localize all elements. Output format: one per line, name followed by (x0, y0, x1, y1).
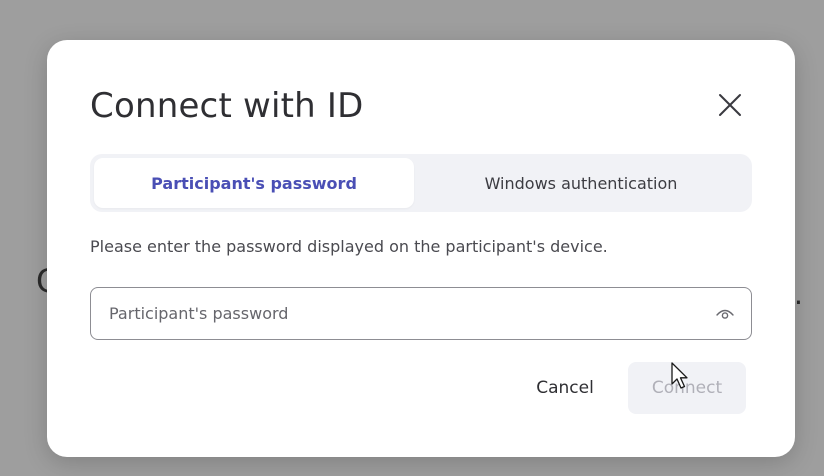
tab-windows-authentication[interactable]: Windows authentication (414, 158, 748, 208)
password-hint-text: Please enter the password displayed on t… (90, 237, 608, 256)
close-icon (719, 94, 741, 116)
password-field (90, 287, 752, 340)
connect-button[interactable]: Connect (628, 362, 746, 414)
show-password-toggle[interactable] (715, 305, 735, 323)
auth-method-tabs: Participant's password Windows authentic… (90, 154, 752, 212)
connect-with-id-dialog: Connect with ID Participant's password W… (47, 40, 795, 457)
tab-participants-password[interactable]: Participant's password (94, 158, 414, 208)
background-text-fragment: . (794, 278, 803, 311)
eye-icon (716, 309, 734, 319)
password-input[interactable] (109, 288, 689, 339)
cancel-button[interactable]: Cancel (519, 362, 611, 414)
close-button[interactable] (715, 90, 745, 120)
dialog-title: Connect with ID (90, 86, 364, 126)
